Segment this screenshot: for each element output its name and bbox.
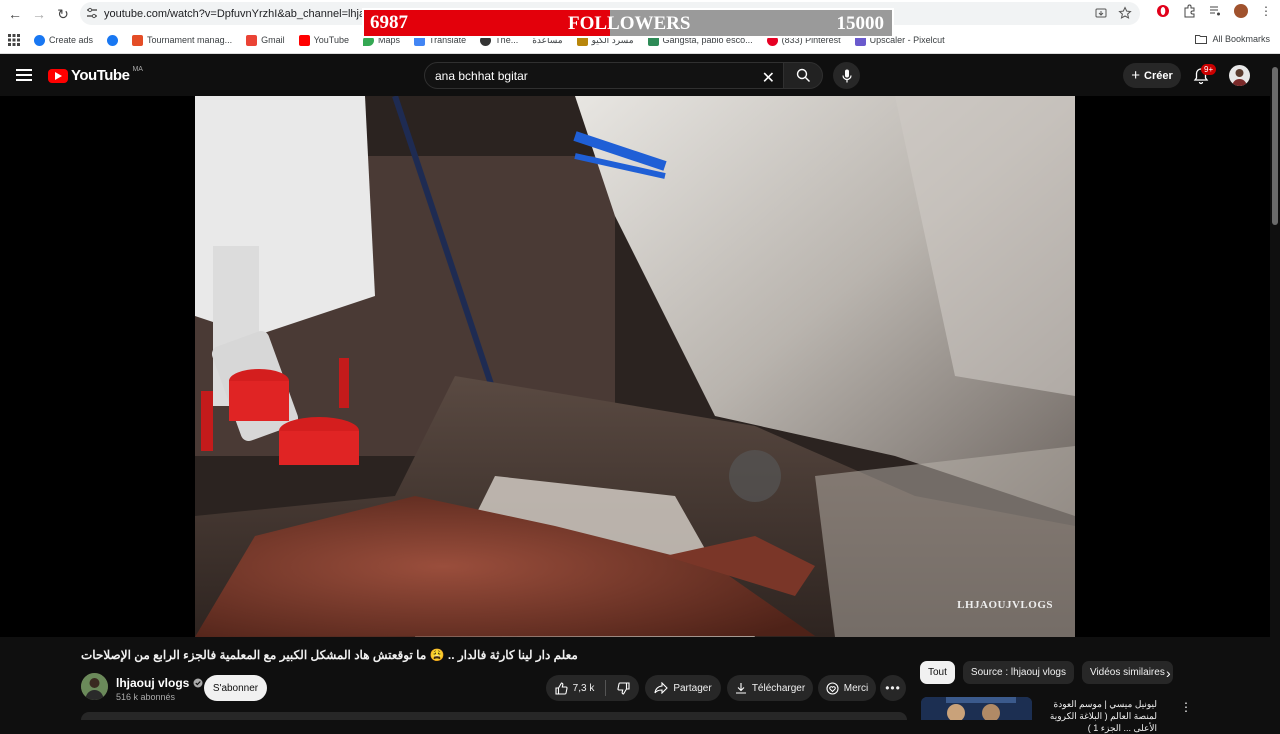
more-horizontal-icon: ••• (885, 681, 901, 695)
description-box[interactable] (81, 712, 907, 720)
extensions-icon[interactable] (1182, 4, 1196, 18)
verified-check-icon (193, 678, 203, 688)
download-icon (735, 683, 746, 694)
all-bookmarks[interactable]: All Bookmarks (1195, 34, 1270, 44)
media-controls-icon[interactable] (1208, 4, 1222, 18)
forward-button[interactable]: → (27, 2, 51, 26)
bookmark-create-ads[interactable]: Create ads (34, 34, 93, 46)
youtube-logo[interactable]: YouTube MA (48, 66, 143, 84)
reload-button[interactable]: ↻ (51, 2, 75, 26)
thanks-heart-icon (826, 681, 839, 695)
share-button[interactable]: Partager (645, 675, 721, 701)
youtube-icon (298, 34, 310, 46)
thumbs-down-icon[interactable] (617, 681, 630, 695)
like-divider (605, 680, 607, 696)
download-button[interactable]: Télécharger (727, 675, 813, 701)
bookmark-youtube[interactable]: YouTube (298, 34, 349, 46)
user-avatar-image (1232, 69, 1247, 86)
url-text: youtube.com/watch?v=DpfuvnYrzhI&ab_chann… (104, 7, 406, 20)
clear-search-icon[interactable]: ✕ (762, 68, 775, 88)
video-player-area: LHJAOUJVLOGS (0, 96, 1270, 637)
subscribe-button[interactable]: S'abonner (204, 675, 267, 701)
voice-search-button[interactable] (833, 62, 860, 89)
scrollbar-thumb[interactable] (1272, 67, 1278, 225)
video-frame (195, 96, 1075, 637)
followers-goal: 15000 (836, 13, 885, 34)
search-query: ana bchhat bgitar (435, 68, 528, 83)
followers-goal-overlay: 6987 FOLLOWERS 15000 (362, 8, 894, 38)
recommended-more-icon[interactable]: ⋮ (1180, 700, 1192, 714)
install-app-icon[interactable] (1094, 6, 1108, 20)
opera-extension-icon[interactable] (1156, 4, 1170, 18)
channel-avatar[interactable] (81, 673, 108, 700)
youtube-play-icon (48, 68, 68, 83)
thanks-button[interactable]: Merci (818, 675, 876, 701)
video-watermark: LHJAOUJVLOGS (957, 599, 1053, 611)
chip-similar[interactable]: Vidéos similaires (1081, 661, 1173, 684)
thumbs-up-icon (555, 681, 568, 695)
chip-all[interactable]: Tout (920, 661, 955, 684)
share-icon (654, 682, 669, 694)
facebook-icon (107, 34, 119, 46)
search-button[interactable] (783, 62, 823, 89)
notifications-badge: 9+ (1201, 64, 1217, 75)
recommended-video-title[interactable]: ليونيل ميسي | موسم العودة لمنصة العالم (… (1037, 698, 1157, 734)
account-avatar[interactable] (1229, 65, 1250, 86)
create-button[interactable]: + Créer (1123, 63, 1181, 88)
microphone-icon (841, 69, 852, 82)
menu-icon[interactable] (16, 69, 32, 81)
bookmark-star-icon[interactable] (1118, 6, 1132, 20)
bookmark-facebook[interactable] (107, 34, 119, 46)
recommended-thumbnail-image (921, 697, 1032, 720)
followers-current: 6987 (370, 12, 408, 33)
like-button[interactable]: 7,3 k (555, 681, 594, 695)
gmail-icon (246, 34, 258, 46)
search-input[interactable]: ana bchhat bgitar ✕ (424, 62, 784, 89)
search-icon (796, 68, 810, 82)
video-title: معلم دار لينا كارثة فالدار .. 😩 ما توقعت… (81, 648, 578, 662)
bookmark-tournament[interactable]: Tournament manag... (132, 34, 232, 46)
folder-icon (1195, 35, 1208, 44)
subscriber-count: 516 k abonnés (116, 692, 176, 702)
channel-avatar-image (81, 673, 108, 700)
chip-source[interactable]: Source : lhjaouj vlogs (962, 661, 1074, 684)
profile-avatar[interactable] (1234, 4, 1248, 18)
bookmark-gmail[interactable]: Gmail (246, 34, 285, 46)
youtube-header: YouTube MA ana bchhat bgitar ✕ + Créer 9… (0, 55, 1280, 96)
more-actions-button[interactable]: ••• (880, 675, 906, 701)
channel-name[interactable]: lhjaouj vlogs (116, 676, 203, 690)
chips-next-chevron-icon[interactable]: › (1166, 665, 1171, 681)
plus-icon: + (1131, 67, 1140, 84)
menu-kebab-icon[interactable]: ⋮ (1260, 4, 1272, 18)
like-dislike-group: 7,3 k (546, 675, 639, 701)
followers-label: FOLLOWERS (568, 13, 691, 34)
apps-grid-icon[interactable] (8, 34, 20, 46)
tournament-icon (132, 34, 144, 46)
back-button[interactable]: ← (3, 2, 27, 26)
facebook-icon (34, 34, 45, 46)
related-filter-chips: Tout Source : lhjaouj vlogs Vidéos simil… (920, 661, 1173, 684)
page-scrollbar[interactable] (1270, 55, 1280, 720)
site-info-icon[interactable] (86, 7, 98, 19)
video-player[interactable]: LHJAOUJVLOGS (195, 96, 1075, 637)
recommended-video-thumbnail[interactable] (921, 697, 1032, 720)
